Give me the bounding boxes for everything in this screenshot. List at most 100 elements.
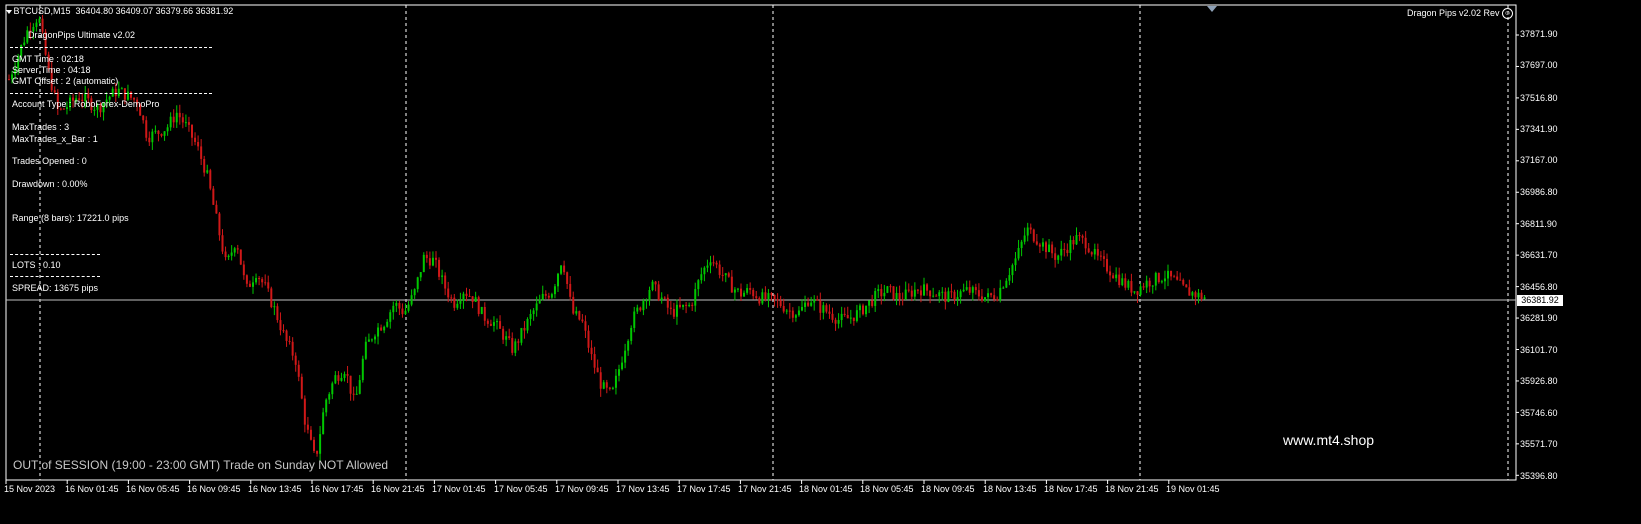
- candle-body: [889, 286, 892, 288]
- candle-body: [862, 305, 864, 315]
- candle-body: [361, 358, 364, 381]
- candle-body: [203, 158, 206, 173]
- candle-body: [685, 304, 688, 306]
- candle-body: [453, 297, 456, 308]
- candle-body: [746, 288, 749, 293]
- candle-body: [605, 382, 608, 388]
- candle-body: [858, 305, 861, 311]
- time-tick: 17 Nov 21:45: [738, 484, 792, 494]
- candle-body: [721, 274, 724, 276]
- candle-body: [846, 314, 849, 319]
- drawdown: Drawdown : 0.00%: [12, 179, 88, 189]
- candle-body: [148, 137, 151, 143]
- time-tick: 16 Nov 01:45: [65, 484, 119, 494]
- candle-body: [154, 130, 157, 132]
- candle-body: [627, 340, 630, 351]
- chart-shift-marker-icon[interactable]: [1207, 6, 1217, 12]
- candle-body: [636, 307, 639, 312]
- candle-body: [492, 322, 495, 326]
- candle-body: [1008, 275, 1011, 281]
- candle-body: [1151, 285, 1154, 287]
- candle-body: [1020, 241, 1023, 249]
- candle-body: [959, 291, 962, 298]
- candle-body: [309, 429, 312, 440]
- smiley-icon[interactable]: ☺: [1502, 8, 1513, 19]
- candle-body: [1051, 244, 1054, 254]
- candle-body: [1038, 244, 1041, 247]
- candle-body: [1014, 258, 1017, 266]
- candle-body: [370, 339, 373, 341]
- candle-body: [404, 310, 407, 315]
- candle-body: [642, 300, 645, 311]
- candle-body: [758, 298, 761, 304]
- candle-body: [1203, 297, 1206, 299]
- candle-body: [770, 293, 773, 295]
- candle-body: [334, 375, 337, 384]
- candle-body: [380, 327, 383, 331]
- candle-body: [621, 362, 624, 370]
- candle-body: [569, 283, 572, 297]
- candle-body: [651, 281, 654, 290]
- candle-body: [218, 213, 221, 236]
- candle-body: [35, 22, 38, 27]
- candle-body: [822, 305, 825, 313]
- candle-body: [191, 124, 193, 138]
- candle-body: [688, 304, 691, 306]
- candle-body: [398, 302, 401, 309]
- candle-body: [197, 141, 200, 147]
- candle-body: [736, 288, 739, 290]
- candle-body: [1057, 255, 1060, 260]
- candle-body: [535, 303, 538, 311]
- candle-body: [172, 116, 175, 123]
- candle-body: [578, 311, 581, 320]
- candle-body: [724, 273, 727, 276]
- candle-body: [1078, 235, 1081, 237]
- chart-window[interactable]: BTCUSD,M15 36404.80 36409.07 36379.66 36…: [0, 0, 1641, 524]
- candle-body: [801, 306, 803, 311]
- candle-body: [538, 299, 541, 304]
- candle-body: [261, 279, 264, 283]
- candle-body: [1099, 255, 1102, 257]
- candle-body: [340, 377, 343, 381]
- candle-body: [947, 291, 950, 303]
- candle-body: [706, 265, 709, 268]
- spread: SPREAD: 13675 pips: [12, 283, 99, 293]
- candle-body: [505, 336, 508, 340]
- candle-body: [187, 122, 190, 125]
- candle-body: [258, 278, 261, 280]
- candle-body: [328, 394, 331, 400]
- candle-body: [489, 323, 492, 326]
- candle-body: [1109, 271, 1112, 276]
- price-chart-canvas[interactable]: [0, 0, 1641, 524]
- candle-body: [239, 249, 242, 265]
- candle-body: [352, 393, 355, 395]
- candle-body: [599, 372, 602, 389]
- candle-body: [1188, 287, 1191, 296]
- candle-body: [1032, 229, 1035, 242]
- candle-body: [206, 170, 209, 173]
- candle-body: [425, 254, 428, 259]
- candle-body: [374, 336, 376, 340]
- candle-body: [1148, 280, 1151, 287]
- candle-body: [977, 290, 980, 297]
- time-tick: 16 Nov 17:45: [310, 484, 364, 494]
- candle-body: [895, 292, 898, 300]
- trades-opened: Trades Opened : 0: [12, 156, 87, 166]
- candle-body: [383, 326, 386, 331]
- candle-body: [123, 88, 126, 100]
- candle-body: [749, 288, 752, 290]
- candle-body: [413, 289, 416, 296]
- candle-body: [953, 291, 956, 300]
- candle-body: [1145, 280, 1148, 288]
- time-tick: 18 Nov 17:45: [1044, 484, 1098, 494]
- candle-body: [175, 112, 178, 123]
- panel-divider: [10, 254, 100, 255]
- candle-body: [1179, 279, 1182, 281]
- candle-body: [325, 399, 328, 413]
- candle-body: [584, 321, 587, 331]
- candle-body: [294, 355, 297, 365]
- candle-body: [755, 296, 758, 299]
- candle-body: [544, 293, 547, 296]
- candle-body: [776, 299, 779, 301]
- candle-body: [1041, 242, 1044, 247]
